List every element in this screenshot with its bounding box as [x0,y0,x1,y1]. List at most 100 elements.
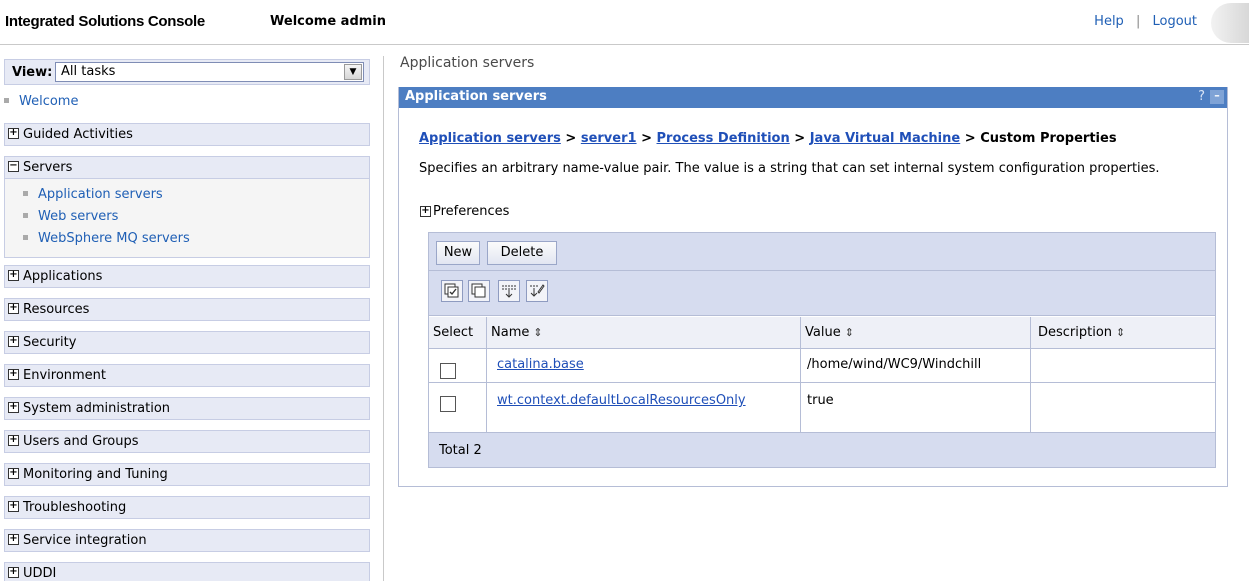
expand-icon[interactable]: + [8,303,19,314]
minimize-icon[interactable]: – [1210,90,1224,104]
nav-group-service-integration[interactable]: + Service integration [4,529,370,552]
expand-icon[interactable]: + [8,567,19,578]
col-header-value[interactable]: Value ⇕ [805,325,854,340]
nav-group-label: System administration [23,401,171,416]
sort-icon[interactable]: ⇕ [533,326,542,339]
nav-group-troubleshooting[interactable]: + Troubleshooting [4,496,370,519]
expand-icon[interactable]: + [8,270,19,281]
nav-group-servers[interactable]: − Servers [4,156,370,179]
breadcrumb-sep: > [565,131,577,146]
show-filter-icon[interactable] [498,280,520,302]
preferences-label: Preferences [433,204,510,219]
view-select[interactable]: All tasks ▼ [55,62,364,82]
nav-group-applications[interactable]: + Applications [4,265,370,288]
col-header-name-label: Name [491,325,530,340]
nav-group-label: Service integration [23,533,147,548]
nav-group-label: Monitoring and Tuning [23,467,168,482]
logout-link[interactable]: Logout [1152,14,1197,29]
collapse-icon[interactable]: − [8,161,19,172]
content-panel: Application servers ? – Application serv… [398,87,1228,487]
clear-filter-icon[interactable] [526,280,548,302]
col-header-name[interactable]: Name ⇕ [491,325,543,340]
table-header-row: Select Name ⇕ Value ⇕ Description ⇕ [429,317,1215,349]
sort-icon[interactable]: ⇕ [1116,326,1125,339]
expand-icon[interactable]: + [8,435,19,446]
table-total-row: Total 2 [429,433,1215,467]
expand-icon[interactable]: + [8,402,19,413]
app-title: Integrated Solutions Console [5,13,205,30]
link-separator: | [1135,14,1141,29]
nav-item-websphere-mq-servers[interactable]: WebSphere MQ servers [23,231,190,246]
column-divider [800,317,801,433]
nav-group-label: Servers [23,160,73,175]
table-icon-bar [429,271,1215,316]
nav-group-label: Security [23,335,77,350]
brand-globe-icon [1211,3,1249,43]
view-label: View: [12,65,53,80]
expand-icon[interactable]: + [8,501,19,512]
new-button[interactable]: New [436,241,480,265]
nav-group-environment[interactable]: + Environment [4,364,370,387]
view-filter: View: All tasks ▼ [4,59,370,85]
preferences-toggle[interactable]: + Preferences [420,204,510,219]
expand-icon[interactable]: + [420,206,431,217]
bullet-icon [4,98,9,103]
nav-group-security[interactable]: + Security [4,331,370,354]
property-name-link[interactable]: catalina.base [497,357,584,372]
nav-welcome-label: Welcome [19,94,79,109]
servers-subtree: Application servers Web servers WebSpher… [4,179,370,258]
panel-title: Application servers [405,89,547,104]
select-all-icon[interactable] [441,280,463,302]
row-select-checkbox[interactable] [440,363,456,379]
expand-icon[interactable]: + [8,468,19,479]
chevron-down-icon[interactable]: ▼ [344,64,362,80]
nav-welcome-link[interactable]: Welcome [4,94,78,109]
nav-group-label: Users and Groups [23,434,139,449]
breadcrumb-java-virtual-machine[interactable]: Java Virtual Machine [810,131,961,146]
nav-group-monitoring-and-tuning[interactable]: + Monitoring and Tuning [4,463,370,486]
breadcrumb-server1[interactable]: server1 [581,131,637,146]
nav-group-label: Guided Activities [23,127,133,142]
breadcrumb-current: Custom Properties [980,131,1117,146]
help-link[interactable]: Help [1094,14,1124,29]
nav-group-label: Troubleshooting [23,500,127,515]
column-divider [486,317,487,433]
breadcrumb-sep: > [794,131,806,146]
nav-item-web-servers[interactable]: Web servers [23,209,118,224]
nav-group-resources[interactable]: + Resources [4,298,370,321]
nav-group-label: Environment [23,368,107,383]
nav-group-system-administration[interactable]: + System administration [4,397,370,420]
property-value: true [807,393,834,408]
bullet-icon [23,235,28,240]
col-header-description[interactable]: Description ⇕ [1038,325,1125,340]
breadcrumb-process-definition[interactable]: Process Definition [657,131,790,146]
view-select-value: All tasks [61,64,116,79]
expand-icon[interactable]: + [8,128,19,139]
bullet-icon [23,191,28,196]
nav-group-label: Resources [23,302,90,317]
nav-item-label: Application servers [38,187,163,202]
nav-group-users-and-groups[interactable]: + Users and Groups [4,430,370,453]
expand-icon[interactable]: + [8,336,19,347]
row-select-checkbox[interactable] [440,396,456,412]
page-description: Specifies an arbitrary name-value pair. … [419,161,1160,176]
property-name-link[interactable]: wt.context.defaultLocalResourcesOnly [497,393,746,408]
custom-properties-table: New Delete Select Name ⇕ Value ⇕ Descripti… [428,232,1216,468]
breadcrumb-application-servers[interactable]: Application servers [419,131,561,146]
column-divider [1030,317,1031,433]
help-icon[interactable]: ? [1198,89,1205,104]
col-header-value-label: Value [805,325,841,340]
page-title: Application servers [400,55,535,71]
delete-button[interactable]: Delete [487,241,557,265]
nav-group-uddi[interactable]: + UDDI [4,562,370,581]
expand-icon[interactable]: + [8,369,19,380]
expand-icon[interactable]: + [8,534,19,545]
bullet-icon [23,213,28,218]
sort-icon[interactable]: ⇕ [845,326,854,339]
nav-item-application-servers[interactable]: Application servers [23,187,163,202]
nav-group-guided-activities[interactable]: + Guided Activities [4,123,370,146]
nav-group-label: UDDI [23,566,57,581]
deselect-all-icon[interactable] [468,280,490,302]
col-header-description-label: Description [1038,325,1113,340]
nav-group-label: Applications [23,269,103,284]
